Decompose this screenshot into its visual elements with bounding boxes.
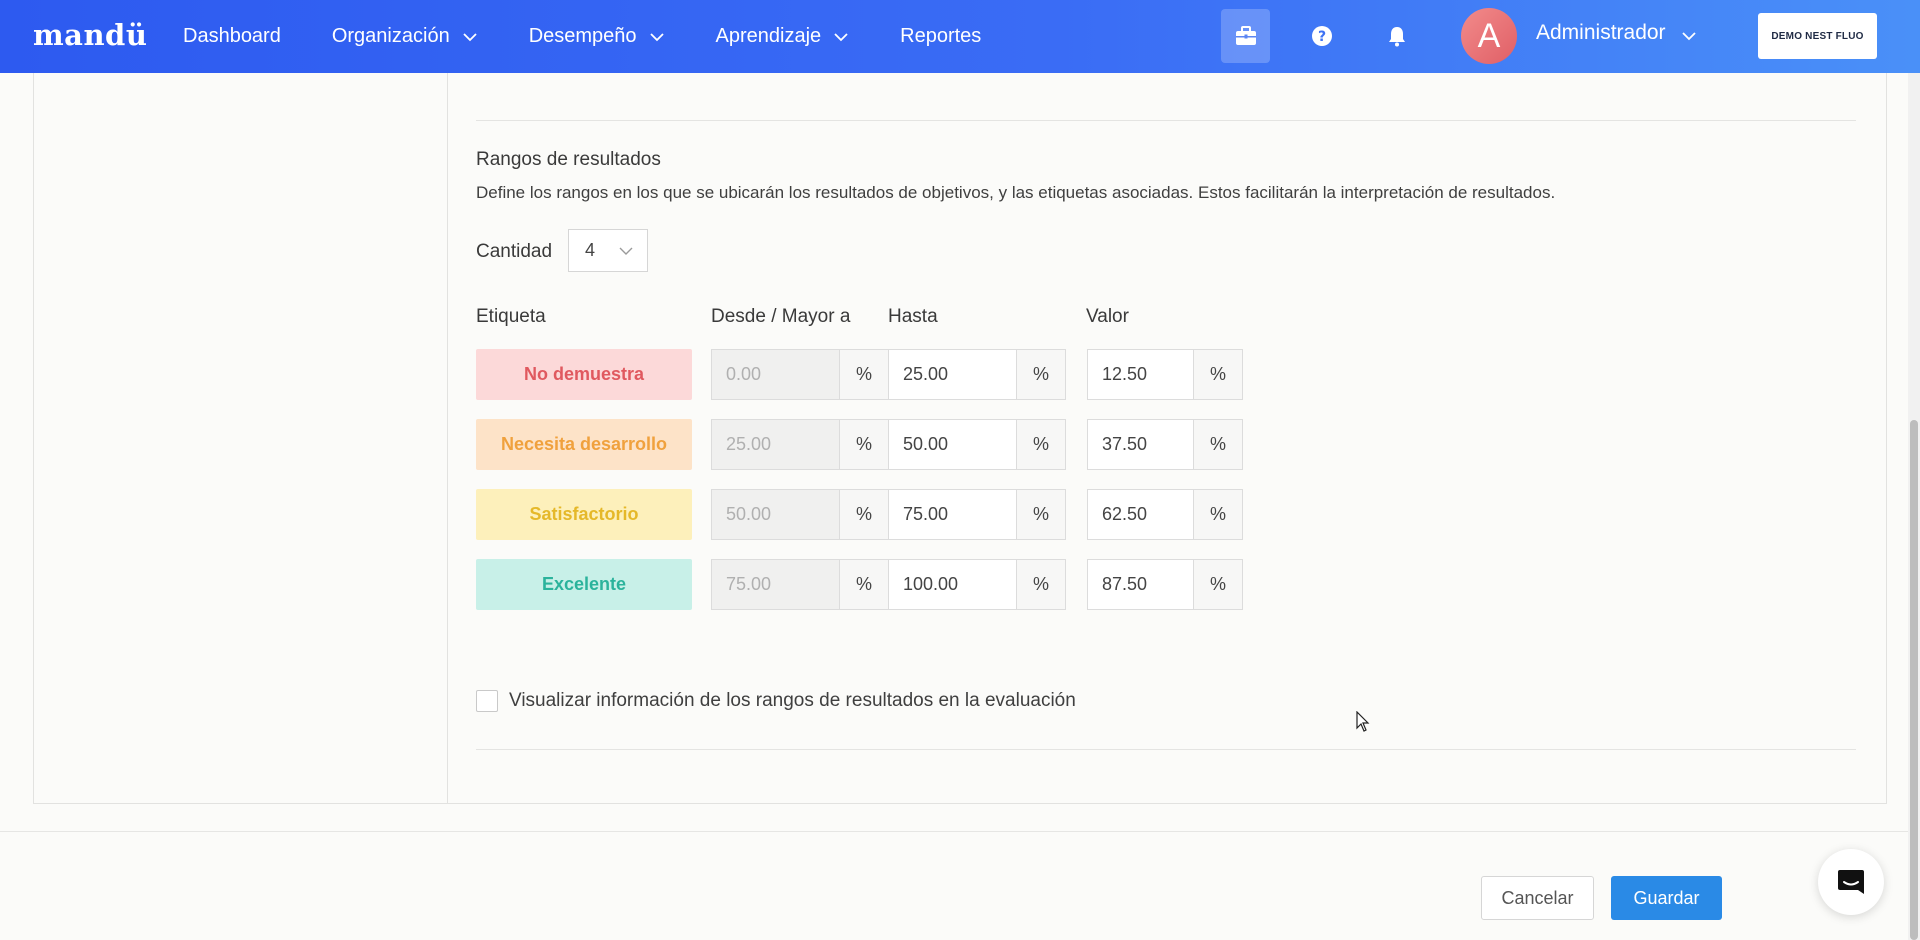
from-value: 50.00 [712,490,839,539]
main-nav: Dashboard Organización Desempeño Aprendi… [183,0,1032,73]
percent-unit: % [839,560,888,609]
range-tag[interactable]: No demuestra [476,349,692,400]
cancel-button[interactable]: Cancelar [1481,876,1594,920]
divider [476,120,1856,121]
range-row: No demuestra 0.00 % 25.00 % 12.50 % [0,349,1920,401]
divider [476,749,1856,750]
to-field[interactable]: 100.00 % [888,559,1066,610]
nav-dashboard-label: Dashboard [183,25,281,47]
range-tag[interactable]: Necesita desarrollo [476,419,692,470]
top-navbar: mandü Dashboard Organización Desempeño A… [0,0,1920,73]
svg-text:?: ? [1317,29,1325,45]
user-name[interactable]: Administrador [1536,21,1666,45]
chevron-down-icon [834,32,848,41]
percent-unit: % [1193,560,1242,609]
to-field[interactable]: 50.00 % [888,419,1066,470]
nav-aprendizaje[interactable]: Aprendizaje [716,25,850,48]
to-field[interactable]: 25.00 % [888,349,1066,400]
percent-unit: % [1016,350,1065,399]
value-input[interactable]: 62.50 [1088,490,1193,539]
column-header-value: Valor [1086,306,1129,327]
percent-unit: % [1193,350,1242,399]
nav-desempeno-label: Desempeño [528,25,637,47]
range-row: Satisfactorio 50.00 % 75.00 % 62.50 % [0,489,1920,541]
percent-unit: % [839,420,888,469]
help-button[interactable]: ? [1297,9,1346,63]
nav-organizacion-label: Organización [331,25,450,47]
save-button[interactable]: Guardar [1611,876,1722,920]
help-icon: ? [1311,26,1332,46]
from-field: 75.00 % [711,559,889,610]
bell-icon [1388,27,1405,47]
to-value[interactable]: 100.00 [889,560,1016,609]
from-value: 0.00 [712,350,839,399]
notifications-button[interactable] [1372,9,1421,63]
quantity-label: Cantidad [476,241,553,262]
percent-unit: % [1193,490,1242,539]
percent-unit: % [839,350,888,399]
section-description: Define los rangos en los que se ubicarán… [476,183,1556,202]
range-row: Necesita desarrollo 25.00 % 50.00 % 37.5… [0,419,1920,471]
nav-desempeno[interactable]: Desempeño [529,25,665,48]
range-row: Excelente 75.00 % 100.00 % 87.50 % [0,559,1920,611]
show-ranges-label: Visualizar información de los rangos de … [509,690,1076,711]
to-value[interactable]: 50.00 [889,420,1016,469]
nav-reportes-label: Reportes [900,25,982,47]
range-tag[interactable]: Satisfactorio [476,489,692,540]
from-field: 25.00 % [711,419,889,470]
from-field: 0.00 % [711,349,889,400]
mouse-cursor-icon [1356,711,1370,732]
briefcase-icon [1235,26,1256,45]
nav-organizacion[interactable]: Organización [332,25,478,48]
column-header-to: Hasta [888,306,938,327]
quantity-select[interactable]: 4 [568,229,648,272]
show-ranges-option[interactable]: Visualizar información de los rangos de … [476,690,1076,712]
value-field[interactable]: 87.50 % [1087,559,1243,610]
percent-unit: % [839,490,888,539]
avatar[interactable]: A [1461,8,1517,64]
percent-unit: % [1016,420,1065,469]
percent-unit: % [1016,490,1065,539]
briefcase-button[interactable] [1221,9,1270,63]
chevron-down-icon [619,247,633,255]
nav-reportes[interactable]: Reportes [900,25,981,48]
from-value: 25.00 [712,420,839,469]
chevron-down-icon[interactable] [1681,28,1697,44]
from-value: 75.00 [712,560,839,609]
chat-button[interactable] [1818,849,1884,915]
percent-unit: % [1016,560,1065,609]
column-header-from: Desde / Mayor a [711,306,851,327]
value-field[interactable]: 12.50 % [1087,349,1243,400]
value-input[interactable]: 87.50 [1088,560,1193,609]
quantity-value: 4 [585,240,596,260]
percent-unit: % [1193,420,1242,469]
value-field[interactable]: 62.50 % [1087,489,1243,540]
section-title: Rangos de resultados [476,149,661,170]
scrollbar-thumb[interactable] [1910,420,1918,940]
column-header-label: Etiqueta [476,306,546,327]
nav-dashboard[interactable]: Dashboard [183,25,281,48]
to-value[interactable]: 75.00 [889,490,1016,539]
company-button[interactable]: DEMO NEST FLUO [1758,13,1877,59]
brand-logo[interactable]: mandü [33,18,147,52]
value-field[interactable]: 37.50 % [1087,419,1243,470]
chevron-down-icon [463,32,477,41]
value-input[interactable]: 37.50 [1088,420,1193,469]
from-field: 50.00 % [711,489,889,540]
chevron-down-icon [649,32,664,41]
show-ranges-checkbox[interactable] [476,690,498,712]
to-value[interactable]: 25.00 [889,350,1016,399]
range-tag[interactable]: Excelente [476,559,692,610]
nav-aprendizaje-label: Aprendizaje [715,25,822,47]
value-input[interactable]: 12.50 [1088,350,1193,399]
to-field[interactable]: 75.00 % [888,489,1066,540]
chat-icon [1838,870,1864,894]
